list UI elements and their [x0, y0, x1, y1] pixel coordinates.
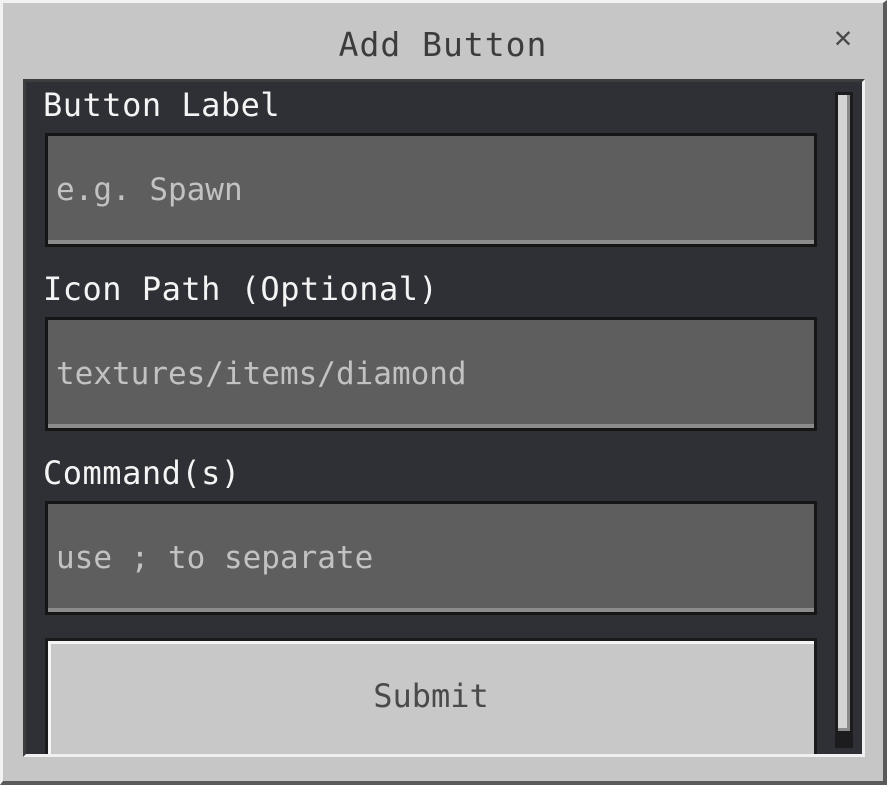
button-label-label: Button Label — [43, 86, 281, 124]
commands-label: Command(s) — [43, 454, 241, 492]
scrollbar[interactable] — [835, 92, 853, 748]
commands-input[interactable] — [48, 504, 814, 612]
icon-path-label: Icon Path (Optional) — [43, 270, 439, 308]
submit-button[interactable]: Submit — [45, 638, 817, 754]
button-label-input[interactable] — [48, 136, 814, 244]
close-icon: ✕ — [833, 19, 853, 55]
commands-field — [45, 501, 817, 615]
close-button[interactable]: ✕ — [827, 19, 859, 55]
dialog-content: Button Label Icon Path (Optional) Comman… — [23, 79, 865, 757]
scrollbar-thumb[interactable] — [838, 95, 850, 731]
add-button-dialog: Add Button ✕ Button Label Icon Path (Opt… — [0, 0, 887, 785]
icon-path-input[interactable] — [48, 320, 814, 428]
icon-path-field — [45, 317, 817, 431]
dialog-title: Add Button — [338, 25, 548, 64]
button-label-field — [45, 133, 817, 247]
